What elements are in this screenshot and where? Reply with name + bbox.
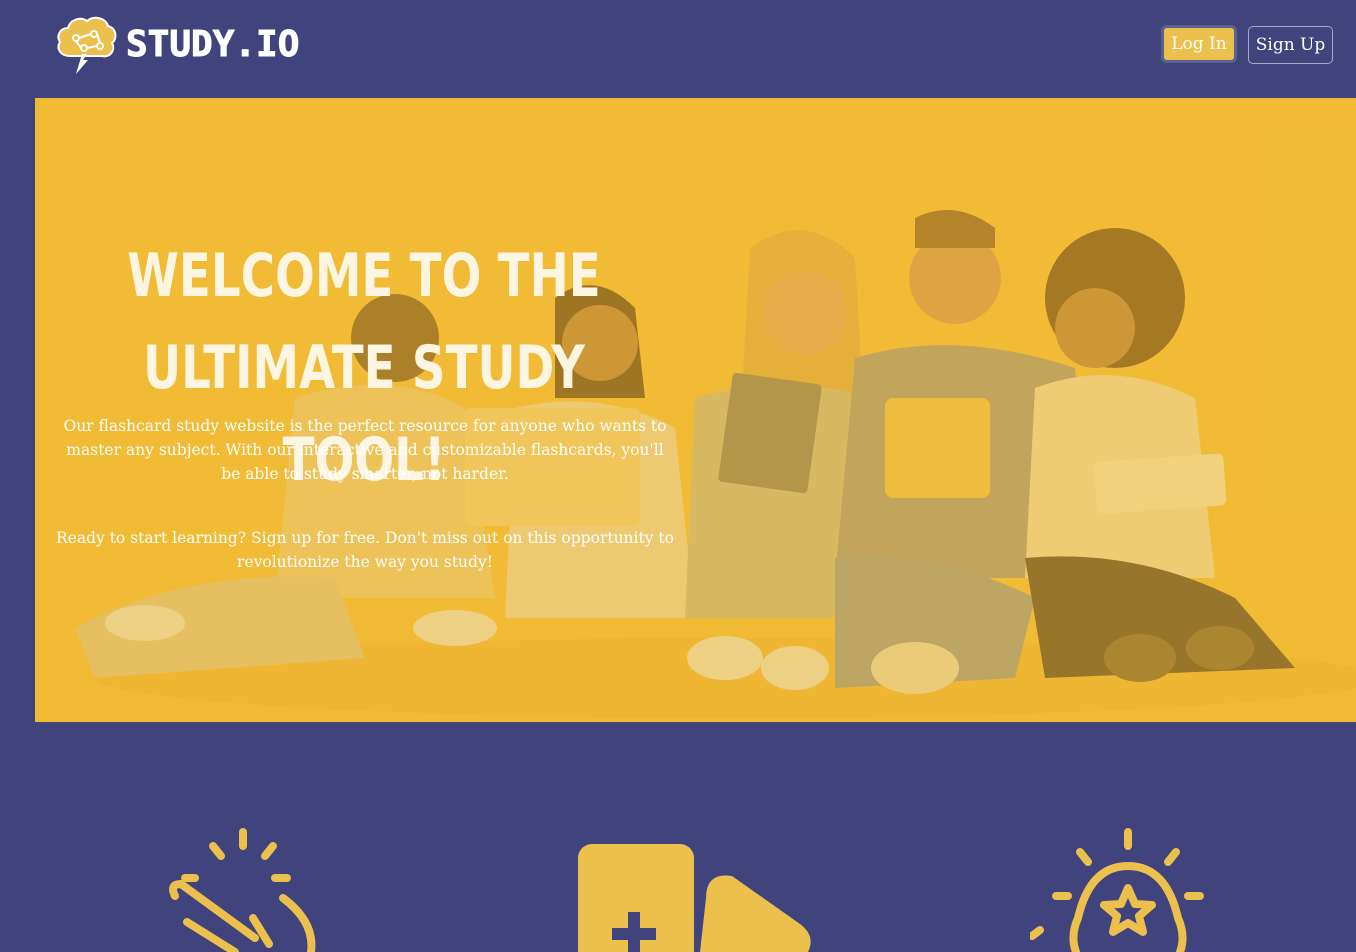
logo-text: STUDY.IO [125, 23, 300, 65]
brain-lightning-icon [57, 16, 117, 74]
lightbulb-star-icon [1030, 828, 1204, 952]
navbar: STUDY.IO Log In Sign Up [0, 0, 1356, 98]
login-button[interactable]: Log In [1161, 25, 1237, 63]
hero-description: Our flashcard study website is the perfe… [63, 417, 667, 483]
signup-button[interactable]: Sign Up [1248, 26, 1333, 64]
add-flashcard-icon [578, 844, 811, 952]
hero-cta-text: Ready to start learning? Sign up for fre… [56, 529, 674, 571]
site-logo[interactable]: STUDY.IO [54, 12, 300, 76]
hero-banner: Welcome to the ultimate study tool! Our … [35, 98, 1356, 722]
clapping-hand-icon [169, 828, 316, 952]
